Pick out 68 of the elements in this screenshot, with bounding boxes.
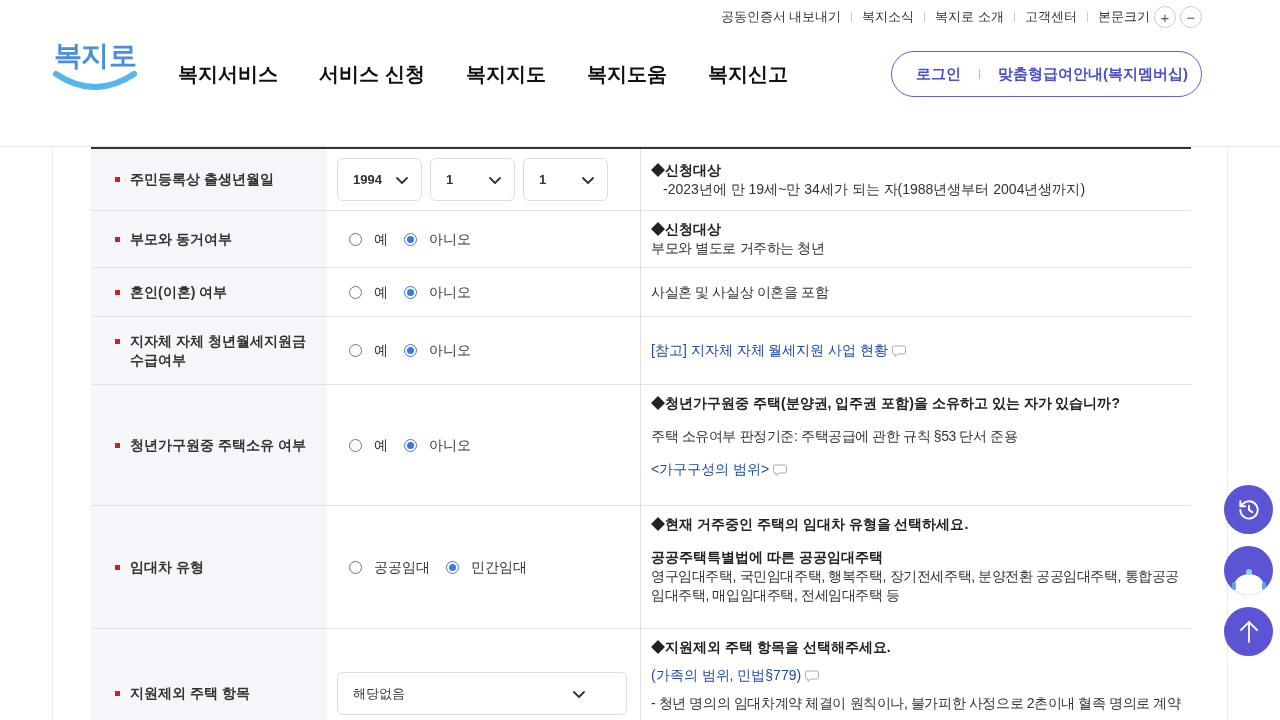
mascot-icon xyxy=(1231,567,1266,595)
nav-link[interactable]: 복지신고 xyxy=(707,59,788,89)
membership-link[interactable]: 맞춤형급여안내(복지멤버십) xyxy=(998,62,1188,86)
description-text: 사실혼 및 사실상 이혼을 포함 xyxy=(651,282,830,302)
description-text: 영구임대주택, 국민임대주택, 행복주택, 장기전세주택, 분양전환 공공임대주택, 통합공공임대주택, 매입임대주택, 전세임대주택 등 xyxy=(651,567,1180,605)
field-label: 지자체 자체 청년월세지원금 수급여부 xyxy=(130,331,307,370)
radio-label: 아니오 xyxy=(429,341,471,360)
utility-link[interactable]: 복지로 소개 xyxy=(935,7,1004,27)
field-label: 청년가구원중 주택소유 여부 xyxy=(130,435,306,455)
description-text: -2023년에 만 19세~만 34세가 되는 자(1988년생부터 2004년생까지) xyxy=(662,179,1087,199)
dropdown[interactable]: 1 xyxy=(523,158,608,201)
nav-link[interactable]: 복지지도 xyxy=(465,59,546,89)
utility-link[interactable]: 고객센터 xyxy=(1025,7,1077,27)
bullet-icon xyxy=(115,338,120,344)
description-heading: ◆청년가구원중 주택(분양권, 입주권 포함)을 소유하고 있는 자가 있습니까? xyxy=(651,394,1121,413)
dropdown[interactable]: 해당없음 xyxy=(337,672,627,715)
bullet-icon xyxy=(115,236,120,242)
description-text: - 청년 명의의 임대차계약 체결이 원칙이나, 불가피한 사정으로 2촌이내 혈족 명의로 계약 xyxy=(651,694,1182,713)
bullet-icon xyxy=(115,691,120,696)
field-label: 지원제외 주택 항목 xyxy=(130,684,250,703)
description-heading: ◆현재 거주중인 주택의 임대차 유형을 선택하세요. xyxy=(651,515,970,534)
nav-link[interactable]: 서비스 신청 xyxy=(319,59,425,89)
description-text: 부모와 별도로 거주하는 청년 xyxy=(651,239,826,258)
nav-link[interactable]: 복지도움 xyxy=(586,59,667,89)
reference-link[interactable]: [참고] 지자체 자체 월세지원 사업 현황 xyxy=(651,341,889,360)
radio-label: 아니오 xyxy=(429,435,471,455)
arrow-up-icon xyxy=(1237,619,1260,644)
field-label: 임대차 유형 xyxy=(130,557,204,577)
scroll-top-button[interactable] xyxy=(1224,607,1273,656)
radio-button[interactable] xyxy=(349,285,362,299)
description-text: 주택 소유여부 판정기준: 주택공급에 관한 규칙 §53 단서 준용 xyxy=(651,427,1019,446)
dropdown[interactable]: 1994 xyxy=(337,158,422,201)
radio-label: 공공임대 xyxy=(374,557,430,577)
radio-button[interactable] xyxy=(349,232,362,246)
font-size-label: 본문크기 xyxy=(1098,8,1150,27)
speech-bubble-icon[interactable] xyxy=(805,669,820,682)
reference-link[interactable]: (가족의 범위, 민법§779) xyxy=(651,666,802,685)
history-button[interactable] xyxy=(1224,485,1273,534)
speech-bubble-icon[interactable] xyxy=(892,344,907,357)
bullet-icon xyxy=(115,564,120,570)
radio-label: 예 xyxy=(374,341,388,360)
utility-link[interactable]: 복지소식 xyxy=(862,7,915,27)
radio-label: 아니오 xyxy=(429,229,471,249)
bullet-icon xyxy=(115,442,120,448)
radio-label: 아니오 xyxy=(429,282,471,302)
radio-label: 예 xyxy=(374,435,388,455)
radio-label: 예 xyxy=(374,282,388,302)
description-heading: ◆신청대상 xyxy=(651,220,722,239)
bullet-icon xyxy=(115,177,120,182)
radio-button[interactable] xyxy=(349,560,362,574)
field-label: 주민등록상 출생년월일 xyxy=(130,170,274,189)
bullet-icon xyxy=(115,289,120,295)
radio-button[interactable] xyxy=(349,438,362,452)
login-link[interactable]: 로그인 xyxy=(916,62,961,86)
description-heading: ◆지원제외 주택 항목을 선택해주세요. xyxy=(651,638,892,657)
speech-bubble-icon[interactable] xyxy=(773,463,788,476)
chatbot-button[interactable] xyxy=(1224,546,1273,595)
utility-link[interactable]: 공동인증서 내보내기 xyxy=(720,7,842,27)
radio-label: 민간임대 xyxy=(471,557,527,577)
field-label: 부모와 동거여부 xyxy=(130,229,232,249)
nav-link[interactable]: 복지서비스 xyxy=(178,59,278,89)
dropdown[interactable]: 1 xyxy=(430,158,515,201)
radio-button[interactable] xyxy=(349,344,362,357)
reference-link[interactable]: <가구구성의 범위> xyxy=(651,460,770,479)
description-heading: ◆신청대상 xyxy=(651,160,722,180)
description-heading: 공공주택특별법에 따른 공공임대주택 xyxy=(651,548,884,567)
field-label: 혼인(이혼) 여부 xyxy=(130,282,228,302)
radio-label: 예 xyxy=(374,229,388,249)
